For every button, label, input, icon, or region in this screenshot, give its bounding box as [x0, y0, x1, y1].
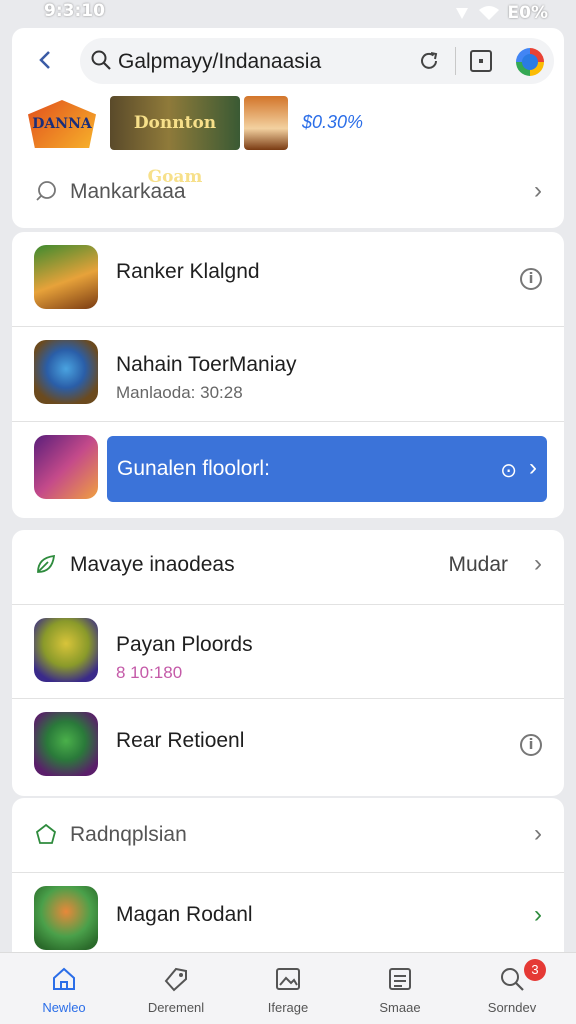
image-icon: [276, 968, 300, 990]
status-icons: E0%: [454, 3, 548, 23]
chevron-right-icon: ›: [534, 820, 542, 847]
app-subtitle: 8 10:180: [116, 663, 183, 682]
nav-item-images[interactable]: Iferage: [238, 953, 338, 1024]
notification-badge: 3: [524, 959, 546, 981]
chevron-right-icon: ›: [534, 177, 542, 204]
app-icon: [34, 712, 98, 776]
nav-label: Smaae: [379, 1000, 421, 1015]
banner-price: $0.30%: [302, 112, 364, 132]
divider: [455, 47, 456, 75]
link-icon: ⊙: [500, 460, 517, 482]
wifi-icon: [478, 6, 499, 20]
list-item[interactable]: Nahain ToerManiay Manlaoda: 30:28: [12, 327, 564, 422]
recommendations-card: Mavaye inaodeas Mudar › Payan Ploords 8 …: [12, 530, 564, 796]
app-title: Nahain ToerManiay: [116, 353, 297, 376]
info-icon[interactable]: i: [520, 268, 542, 290]
search-icon: [91, 50, 111, 70]
app-icon: [34, 340, 98, 404]
info-icon[interactable]: i: [520, 734, 542, 756]
section-title: Mavaye inaodeas: [70, 553, 235, 576]
app-icon: [34, 886, 98, 950]
leaf-icon: [37, 554, 56, 573]
nav-label: Sorndev: [487, 1000, 537, 1015]
list-icon: [389, 968, 411, 990]
nav-item-deals[interactable]: Deremenl: [126, 953, 226, 1024]
more-card: Radnqplsian › Magan Rodanl ›: [12, 798, 564, 958]
browser-card: Galpmayy/Indanaasia DANNA Donnton Goam $…: [12, 28, 564, 228]
address-bar[interactable]: Galpmayy/Indanaasia: [80, 38, 554, 84]
cta-button[interactable]: Gunalen floolorl: ⊙ ›: [107, 436, 547, 502]
nav-label: Deremenl: [147, 1000, 205, 1015]
section-header[interactable]: Mavaye inaodeas Mudar ›: [12, 536, 564, 594]
nav-label: Iferage: [267, 1000, 309, 1015]
tag-icon: [164, 967, 187, 992]
battery-percent: E0%: [507, 3, 548, 23]
back-button[interactable]: [32, 46, 60, 74]
signal-icon: [455, 8, 468, 19]
back-arrow-icon: [39, 51, 50, 69]
home-icon: [53, 967, 75, 990]
banner-image[interactable]: Donnton Goam: [110, 96, 240, 187]
chevron-right-icon: ›: [529, 454, 537, 481]
nav-item-search[interactable]: 3 Sorndev: [462, 953, 562, 1024]
app-icon: [34, 435, 98, 499]
nav-item-home[interactable]: Newleo: [14, 953, 114, 1024]
chevron-right-icon: ›: [534, 550, 542, 577]
status-bar: 9:3:10 E0%: [0, 0, 576, 26]
pentagon-icon: [35, 823, 57, 844]
app-title: Ranker Klalgnd: [116, 260, 260, 283]
search-history-row[interactable]: Mankarkaaa ›: [12, 163, 564, 221]
bottom-navigation: Newleo Deremenl Iferage Smaae 3 Sorndev: [0, 952, 576, 1024]
search-row: Galpmayy/Indanaasia: [12, 36, 564, 86]
game-logo[interactable]: DANNA: [28, 100, 96, 148]
status-time: 9:3:10: [44, 1, 105, 21]
search-icon: [501, 968, 524, 991]
app-title: Magan Rodanl: [116, 903, 253, 926]
character-thumbnail[interactable]: [244, 96, 288, 150]
app-title: Payan Ploords: [116, 633, 253, 656]
cta-label: Gunalen floolorl:: [117, 457, 270, 480]
section-header[interactable]: Radnqplsian ›: [12, 806, 564, 864]
tabs-icon[interactable]: [470, 50, 492, 72]
apps-card: Ranker Klalgnd i Nahain ToerManiay Manla…: [12, 232, 564, 518]
nav-item-list[interactable]: Smaae: [350, 953, 450, 1024]
app-icon: [34, 245, 98, 309]
app-title: Rear Retioenl: [116, 729, 245, 752]
section-title: Radnqplsian: [70, 823, 187, 846]
address-text: Galpmayy/Indanaasia: [118, 50, 322, 73]
search-history-icon: [36, 181, 56, 201]
chevron-right-icon: ›: [534, 901, 542, 928]
list-item[interactable]: Payan Ploords 8 10:180: [12, 604, 564, 699]
list-item[interactable]: Ranker Klalgnd i: [12, 232, 564, 327]
list-item[interactable]: Rear Retioenl i: [12, 699, 564, 794]
list-item[interactable]: Magan Rodanl ›: [12, 872, 564, 958]
reload-icon[interactable]: [418, 50, 440, 72]
banner-row: DANNA Donnton Goam $0.30%: [12, 96, 564, 187]
nav-label: Newleo: [42, 1000, 86, 1015]
section-more-label: Mudar: [448, 553, 508, 576]
profile-avatar-icon[interactable]: [516, 48, 544, 76]
search-history-label: Mankarkaaa: [70, 180, 186, 203]
app-subtitle: Manlaoda: 30:28: [116, 383, 243, 402]
app-icon: [34, 618, 98, 682]
